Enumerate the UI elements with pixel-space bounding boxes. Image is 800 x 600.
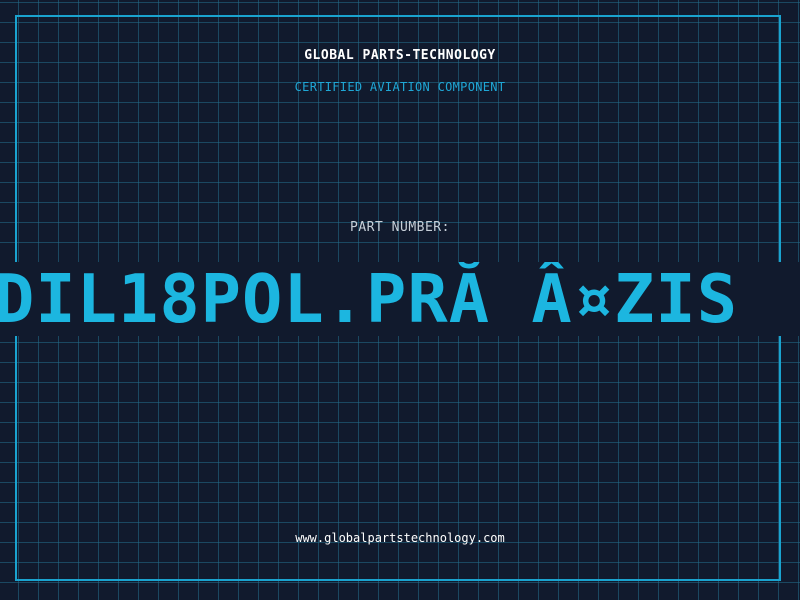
website-url: www.globalpartstechnology.com bbox=[295, 531, 505, 545]
company-name: GLOBAL PARTS-TECHNOLOGY bbox=[304, 48, 496, 63]
part-number-value: DIL18POL.PRĂ Â¤ZIS bbox=[0, 262, 739, 336]
certification-subtitle: CERTIFIED AVIATION COMPONENT bbox=[294, 80, 506, 94]
part-number-label: PART NUMBER: bbox=[350, 220, 450, 235]
part-number-band: DIL18POL.PRĂ Â¤ZIS bbox=[0, 262, 800, 336]
label-canvas: GLOBAL PARTS-TECHNOLOGY CERTIFIED AVIATI… bbox=[0, 0, 800, 600]
